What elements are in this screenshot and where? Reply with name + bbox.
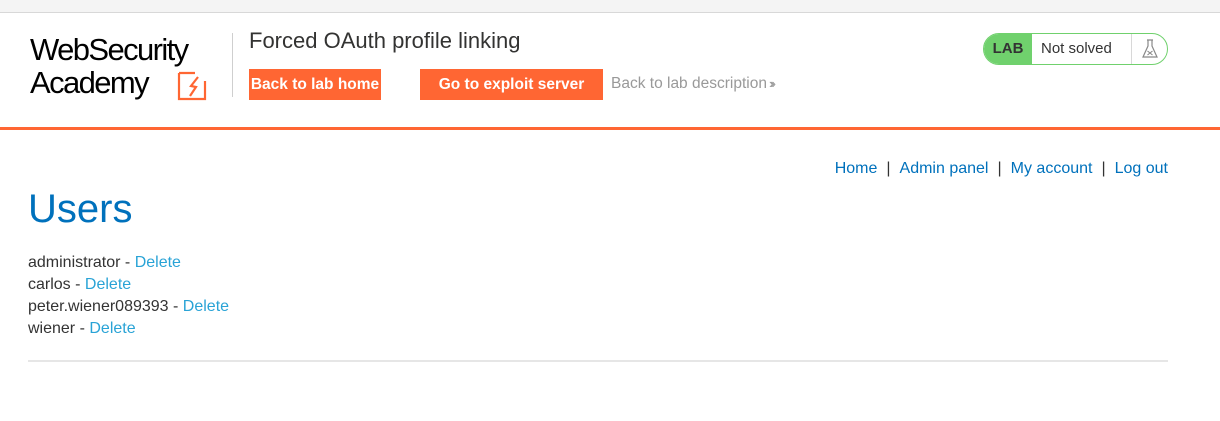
user-row-administrator: administrator - Delete — [28, 252, 229, 274]
nav-my-account-link[interactable]: My account — [1011, 160, 1093, 177]
logo-bolt-icon — [177, 71, 207, 101]
flask-icon — [1142, 39, 1158, 58]
nav-separator: | — [886, 160, 891, 177]
back-to-lab-description-label: Back to lab description — [611, 75, 767, 92]
lab-title: Forced OAuth profile linking — [249, 28, 521, 53]
nav-separator: | — [997, 160, 1002, 177]
go-to-exploit-server-button[interactable]: Go to exploit server — [420, 69, 603, 100]
user-row-peter-wiener: peter.wiener089393 - Delete — [28, 296, 229, 318]
header-divider — [232, 33, 233, 97]
row-separator: - — [75, 320, 90, 337]
back-to-lab-home-button[interactable]: Back to lab home — [249, 69, 381, 100]
lab-status-text: Not solved — [1041, 40, 1112, 57]
delete-user-link[interactable]: Delete — [183, 298, 229, 315]
user-list: administrator - Delete carlos - Delete p… — [28, 252, 229, 340]
logo-line-1: WebSecurity — [30, 32, 189, 67]
delete-user-link[interactable]: Delete — [89, 320, 135, 337]
nav-home-link[interactable]: Home — [835, 160, 878, 177]
user-row-wiener: wiener - Delete — [28, 318, 229, 340]
username: carlos — [28, 276, 71, 293]
username: peter.wiener089393 — [28, 298, 169, 315]
row-separator: - — [70, 276, 85, 293]
delete-user-link[interactable]: Delete — [135, 254, 181, 271]
back-to-lab-description-link[interactable]: Back to lab description ››› — [611, 75, 776, 93]
page-title: Users — [28, 187, 133, 231]
nav-admin-panel-link[interactable]: Admin panel — [900, 160, 989, 177]
academy-header: WebSecurity Academy Forced OAuth profile… — [0, 13, 1220, 130]
logo-line-2: Academy — [30, 65, 150, 100]
nav-separator: | — [1101, 160, 1106, 177]
row-separator: - — [120, 254, 135, 271]
lab-status-widget: LAB Not solved — [983, 33, 1168, 65]
browser-top-strip — [0, 0, 1220, 13]
user-row-carlos: carlos - Delete — [28, 274, 229, 296]
content-divider — [28, 360, 1168, 362]
nav-log-out-link[interactable]: Log out — [1115, 160, 1168, 177]
account-navigation: Home | Admin panel | My account | Log out — [835, 160, 1168, 178]
double-chevron-right-icon: ››› — [768, 76, 776, 91]
delete-user-link[interactable]: Delete — [85, 276, 131, 293]
username: administrator — [28, 254, 121, 271]
web-security-academy-logo[interactable]: WebSecurity Academy — [30, 33, 230, 105]
flask-icon-container — [1131, 34, 1167, 64]
row-separator: - — [168, 298, 183, 315]
lab-status-badge: LAB — [984, 34, 1032, 64]
username: wiener — [28, 320, 76, 337]
